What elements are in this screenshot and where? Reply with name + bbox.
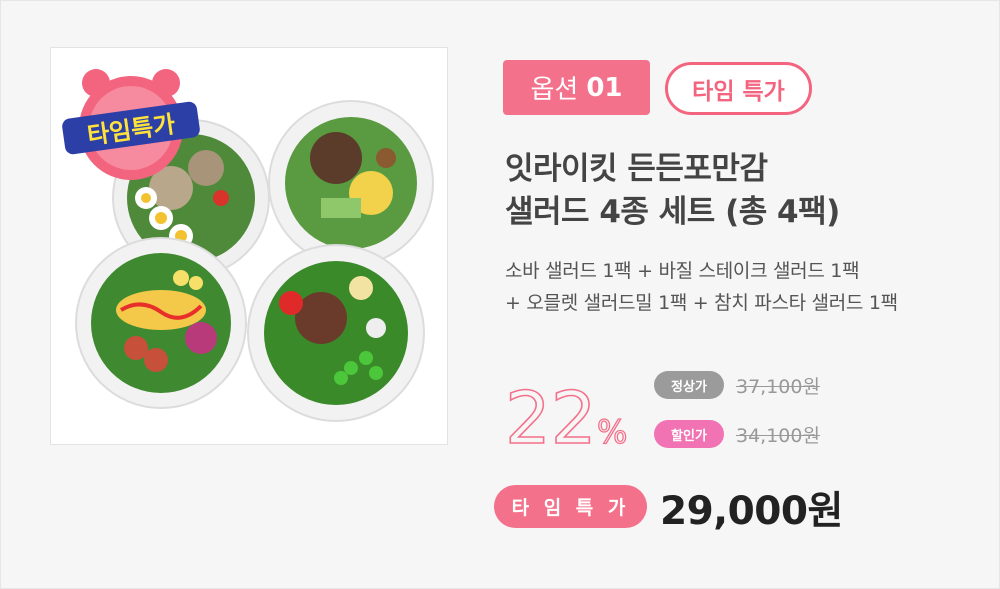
product-image: 타임특가 (50, 47, 448, 445)
product-title: 잇라이킷 든든포만감 샐러드 4종 세트 (총 4팩) (505, 148, 840, 234)
option-label: 옵션 (530, 75, 579, 105)
discount-unit: % (597, 413, 627, 451)
regular-price-label: 정상가 (654, 371, 724, 399)
option-badge: 옵션 01 (503, 60, 650, 115)
discount-rate: 22 % (505, 375, 628, 455)
description-line-2: + 오믈렛 샐러드밀 1팩 + 참치 파스타 샐러드 1팩 (505, 292, 898, 314)
description-line-1: 소바 샐러드 1팩 + 바질 스테이크 샐러드 1팩 (505, 260, 860, 282)
product-title-line-1: 잇라이킷 든든포만감 (505, 151, 768, 187)
discount-price-label: 할인가 (654, 420, 724, 448)
final-price: 29,000원 (660, 489, 843, 534)
time-sale-badge: 타임 특가 (665, 62, 812, 115)
product-description: 소바 샐러드 1팩 + 바질 스테이크 샐러드 1팩 + 오믈렛 샐러드밀 1팩… (505, 255, 898, 319)
regular-price: 37,100원 (736, 376, 820, 398)
product-title-line-2: 샐러드 4종 세트 (총 4팩) (505, 194, 840, 230)
discount-price: 34,100원 (736, 425, 820, 447)
salad-plate-omelet (75, 237, 247, 409)
salad-plate-basil-steak (247, 244, 425, 422)
salad-plate-soba (268, 100, 434, 266)
time-sale-price-label: 타 임 특 가 (494, 485, 647, 528)
option-number: 01 (586, 72, 623, 103)
discount-value: 22 (505, 376, 597, 455)
